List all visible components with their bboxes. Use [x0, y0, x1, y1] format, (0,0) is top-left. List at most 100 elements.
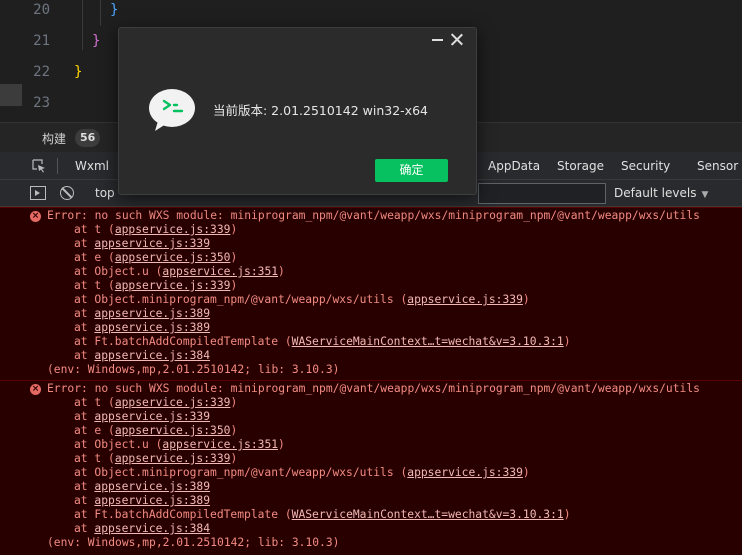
- indent-guide: [100, 0, 101, 26]
- stack-frame: at appservice.js:389: [74, 307, 210, 321]
- inspect-element-icon[interactable]: [32, 159, 46, 173]
- log-levels-dropdown[interactable]: Default levels ▼: [614, 186, 708, 200]
- code-line[interactable]: }: [92, 33, 100, 49]
- stack-frame: at appservice.js:384: [74, 522, 210, 536]
- stack-frame-text: at: [74, 522, 95, 535]
- stack-frame-text: at t (: [74, 279, 115, 292]
- code-line[interactable]: }: [74, 64, 82, 80]
- stack-frame: at appservice.js:389: [74, 494, 210, 508]
- stack-frame: at appservice.js:339: [74, 237, 210, 251]
- indent-guide: [82, 0, 83, 50]
- source-link[interactable]: appservice.js:389: [94, 321, 210, 334]
- source-link[interactable]: appservice.js:339: [94, 410, 210, 423]
- stack-frame-text: at: [74, 494, 95, 507]
- wechat-devtools-logo-icon: [149, 89, 195, 131]
- stack-frame: at t (appservice.js:339): [74, 452, 237, 466]
- code-line[interactable]: }: [110, 2, 118, 18]
- stack-frame-text: ): [563, 508, 571, 521]
- stack-frame-text: at: [74, 307, 95, 320]
- source-link[interactable]: WAServiceMainContext…t=wechat&v=3.10.3:1: [292, 335, 564, 348]
- error-icon: ×: [30, 384, 41, 395]
- console-error-entry[interactable]: × Error: no such WXS module: miniprogram_…: [0, 207, 742, 380]
- tab-separator: [57, 158, 58, 174]
- stack-frame-text: ): [522, 466, 530, 479]
- source-link[interactable]: appservice.js:384: [94, 349, 210, 362]
- stack-frame-text: at: [74, 480, 95, 493]
- stack-frame-text: at t (: [74, 223, 115, 236]
- source-link[interactable]: appservice.js:339: [115, 396, 231, 409]
- stack-frame-text: at e (: [74, 251, 115, 264]
- filter-input[interactable]: [478, 183, 606, 204]
- stack-frame-text: ): [230, 279, 238, 292]
- stack-frame-text: at: [74, 410, 95, 423]
- tab-wxml[interactable]: Wxml: [75, 159, 109, 173]
- source-link[interactable]: appservice.js:351: [162, 265, 278, 278]
- source-link[interactable]: appservice.js:350: [115, 424, 231, 437]
- line-number: 23: [33, 95, 50, 111]
- build-tab-label[interactable]: 构建: [42, 130, 66, 147]
- stack-frame-text: ): [230, 396, 238, 409]
- stack-frame: at e (appservice.js:350): [74, 251, 237, 265]
- console-error-entry[interactable]: × Error: no such WXS module: miniprogram_…: [0, 380, 742, 553]
- source-link[interactable]: appservice.js:389: [94, 480, 210, 493]
- context-selector[interactable]: top: [95, 186, 115, 200]
- stack-frame-text: at t (: [74, 396, 115, 409]
- stack-frame: at Object.miniprogram_npm/@vant/weapp/wx…: [74, 293, 530, 307]
- stack-frame-text: at Object.u (: [74, 265, 163, 278]
- stack-frame: at appservice.js:339: [74, 410, 210, 424]
- stack-frame-text: at Ft.batchAddCompiledTemplate (: [74, 335, 292, 348]
- source-link[interactable]: appservice.js:339: [407, 466, 523, 479]
- stack-frame-text: ): [278, 438, 285, 451]
- source-link[interactable]: appservice.js:389: [94, 494, 210, 507]
- stack-frame: at t (appservice.js:339): [74, 279, 237, 293]
- error-env-info: (env: Windows,mp,2.01.2510142; lib: 3.10…: [47, 363, 340, 376]
- error-message: Error: no such WXS module: miniprogram_n…: [47, 209, 700, 222]
- stack-frame-text: at t (: [74, 452, 115, 465]
- clear-console-icon[interactable]: [60, 186, 74, 200]
- stack-frame-text: at e (: [74, 424, 115, 437]
- stack-frame-text: ): [522, 293, 530, 306]
- stack-frame: at Object.u (appservice.js:351): [74, 438, 285, 452]
- source-link[interactable]: appservice.js:351: [162, 438, 278, 451]
- tab-storage[interactable]: Storage: [557, 159, 604, 173]
- source-link[interactable]: appservice.js:384: [94, 522, 210, 535]
- stack-frame-text: at: [74, 237, 95, 250]
- stack-frame: at e (appservice.js:350): [74, 424, 237, 438]
- minimize-icon[interactable]: [432, 39, 443, 41]
- version-dialog: 当前版本: 2.01.2510142 win32-x64 确定: [118, 27, 477, 195]
- build-count-badge: 56: [75, 129, 101, 147]
- stack-frame: at t (appservice.js:339): [74, 223, 237, 237]
- stack-frame-text: at Object.u (: [74, 438, 163, 451]
- source-link[interactable]: appservice.js:339: [407, 293, 523, 306]
- tab-sensor[interactable]: Sensor: [697, 159, 738, 173]
- source-link[interactable]: appservice.js:350: [115, 251, 231, 264]
- close-icon[interactable]: [450, 32, 464, 46]
- source-link[interactable]: appservice.js:339: [115, 279, 231, 292]
- line-number: 22: [33, 64, 50, 80]
- stack-frame: at Object.u (appservice.js:351): [74, 265, 285, 279]
- ok-button[interactable]: 确定: [375, 159, 448, 182]
- show-sidebar-icon[interactable]: [30, 186, 46, 200]
- stack-frame-text: at Ft.batchAddCompiledTemplate (: [74, 508, 292, 521]
- version-text: 当前版本: 2.01.2510142 win32-x64: [213, 103, 428, 118]
- source-link[interactable]: appservice.js:389: [94, 307, 210, 320]
- tab-security[interactable]: Security: [621, 159, 670, 173]
- console-output[interactable]: × Error: no such WXS module: miniprogram_…: [0, 207, 742, 555]
- error-env-info: (env: Windows,mp,2.01.2510142; lib: 3.10…: [47, 536, 340, 549]
- stack-frame: at appservice.js:389: [74, 480, 210, 494]
- error-icon: ×: [30, 211, 41, 222]
- stack-frame-text: ): [230, 452, 238, 465]
- source-link[interactable]: appservice.js:339: [115, 223, 231, 236]
- stack-frame: at Ft.batchAddCompiledTemplate (WAServic…: [74, 508, 571, 522]
- stack-frame: at Ft.batchAddCompiledTemplate (WAServic…: [74, 335, 571, 349]
- error-message: Error: no such WXS module: miniprogram_n…: [47, 382, 700, 395]
- stack-frame-text: ): [563, 335, 571, 348]
- stack-frame: at t (appservice.js:339): [74, 396, 237, 410]
- log-levels-label: Default levels: [614, 186, 697, 200]
- stack-frame-text: at Object.miniprogram_npm/@vant/weapp/wx…: [74, 466, 408, 479]
- tab-appdata[interactable]: AppData: [488, 159, 540, 173]
- stack-frame-text: at: [74, 349, 95, 362]
- source-link[interactable]: appservice.js:339: [94, 237, 210, 250]
- source-link[interactable]: WAServiceMainContext…t=wechat&v=3.10.3:1: [292, 508, 564, 521]
- source-link[interactable]: appservice.js:339: [115, 452, 231, 465]
